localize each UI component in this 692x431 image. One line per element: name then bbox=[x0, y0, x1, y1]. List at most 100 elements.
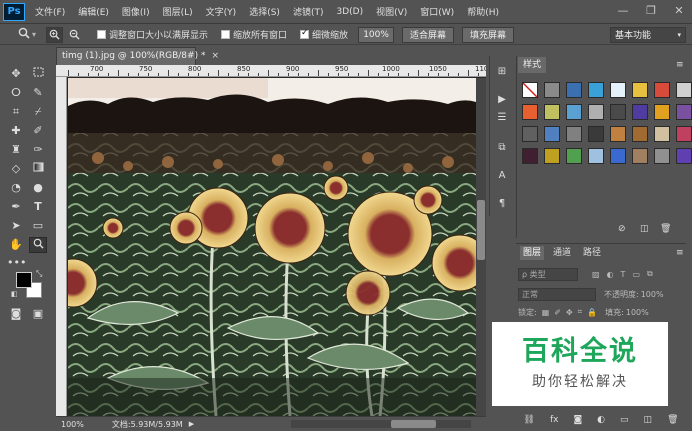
lock-paint-icon[interactable]: ✐ bbox=[554, 308, 561, 317]
restore-button[interactable]: ❐ bbox=[642, 3, 660, 19]
new-group-icon[interactable]: ▭ bbox=[620, 415, 629, 425]
style-swatch[interactable] bbox=[588, 104, 604, 120]
eraser-tool-icon[interactable]: ◇ bbox=[7, 161, 25, 177]
clear-style-icon[interactable]: ⊘ bbox=[618, 224, 626, 234]
menu-help[interactable]: 帮助(H) bbox=[467, 5, 499, 18]
new-style-icon[interactable]: ◫ bbox=[640, 224, 649, 234]
link-layers-icon[interactable]: ⛓ bbox=[524, 415, 535, 425]
style-swatch[interactable] bbox=[610, 104, 626, 120]
style-swatch[interactable] bbox=[632, 148, 648, 164]
quick-mask-icon[interactable]: ◙ bbox=[7, 306, 25, 322]
lock-all-icon[interactable]: 🔒 bbox=[587, 308, 597, 317]
style-swatch[interactable] bbox=[654, 104, 670, 120]
workspace-select[interactable]: 基本功能 ▾ bbox=[610, 26, 686, 43]
menu-image[interactable]: 图像(I) bbox=[122, 5, 150, 18]
zoom-tool-icon[interactable] bbox=[29, 237, 47, 253]
filter-adjust-icon[interactable]: ◐ bbox=[607, 270, 614, 279]
status-menu-chevron-icon[interactable]: ▶ bbox=[189, 420, 194, 428]
filter-shape-icon[interactable]: ▭ bbox=[632, 270, 640, 279]
paragraph-panel-icon[interactable]: ¶ bbox=[493, 196, 511, 212]
horizontal-scrollbar[interactable] bbox=[291, 420, 471, 428]
close-button[interactable]: ✕ bbox=[670, 3, 688, 19]
kind-filter-select[interactable]: ρ 类型 bbox=[518, 267, 578, 281]
type-tool-icon[interactable]: T bbox=[29, 199, 47, 215]
marquee-tool-icon[interactable] bbox=[29, 66, 47, 82]
styles-panel-tab[interactable]: 样式 bbox=[518, 57, 546, 73]
menu-3d[interactable]: 3D(D) bbox=[336, 7, 363, 17]
zoom-tool-icon[interactable] bbox=[18, 27, 30, 42]
tab-paths[interactable]: 路径 bbox=[580, 246, 604, 260]
style-swatch[interactable] bbox=[544, 148, 560, 164]
scrubby-zoom-checkbox[interactable] bbox=[300, 28, 310, 39]
no-style-swatch[interactable] bbox=[522, 82, 538, 98]
filter-smart-icon[interactable]: ⧉ bbox=[647, 269, 653, 279]
blend-mode-select[interactable]: 正常 bbox=[518, 287, 596, 301]
menu-select[interactable]: 选择(S) bbox=[249, 5, 280, 18]
style-swatch[interactable] bbox=[522, 148, 538, 164]
style-swatch[interactable] bbox=[566, 82, 582, 98]
fill-value[interactable]: 100% bbox=[626, 308, 649, 317]
panel-menu-icon[interactable]: ≡ bbox=[676, 248, 684, 258]
new-layer-icon[interactable]: ◫ bbox=[644, 415, 653, 425]
status-zoom[interactable]: 100% bbox=[61, 420, 84, 429]
menu-filter[interactable]: 滤镜(T) bbox=[293, 5, 324, 18]
style-swatch[interactable] bbox=[632, 104, 648, 120]
dodge-tool-icon[interactable]: ● bbox=[29, 180, 47, 196]
magic-wand-tool-icon[interactable]: ✎ bbox=[29, 85, 47, 101]
panel-menu-icon[interactable]: ≡ bbox=[676, 60, 684, 70]
close-tab-icon[interactable]: × bbox=[211, 51, 219, 61]
delete-style-icon[interactable]: 🗑 bbox=[660, 224, 671, 234]
fit-screen-button[interactable]: 适合屏幕 bbox=[402, 26, 455, 43]
lock-position-icon[interactable]: ✥ bbox=[566, 308, 573, 317]
tab-channels[interactable]: 通道 bbox=[550, 246, 574, 260]
style-swatch[interactable] bbox=[544, 82, 560, 98]
history-panel-icon[interactable]: ⊞ bbox=[493, 64, 511, 80]
document-tab[interactable]: timg (1).jpg @ 100%(RGB/8#) * × bbox=[56, 47, 219, 65]
tab-layers[interactable]: 图层 bbox=[520, 246, 545, 260]
menu-edit[interactable]: 编辑(E) bbox=[78, 5, 109, 18]
healing-brush-tool-icon[interactable]: ✚ bbox=[7, 123, 25, 139]
menu-view[interactable]: 视图(V) bbox=[376, 5, 407, 18]
zoom-percent-button[interactable]: 100% bbox=[358, 26, 395, 43]
style-swatch[interactable] bbox=[676, 148, 692, 164]
minimize-button[interactable]: — bbox=[614, 3, 632, 19]
swap-colors-icon[interactable]: ⤡ bbox=[36, 269, 42, 279]
style-swatch[interactable] bbox=[676, 126, 692, 142]
pen-tool-icon[interactable]: ✒ bbox=[7, 199, 25, 215]
add-mask-icon[interactable]: ◙ bbox=[573, 415, 582, 425]
style-swatch[interactable] bbox=[544, 104, 560, 120]
vertical-scroll-thumb[interactable] bbox=[477, 200, 485, 260]
fill-screen-button[interactable]: 填充屏幕 bbox=[462, 26, 515, 43]
properties-panel-icon[interactable]: ☰ bbox=[493, 110, 511, 126]
image-canvas[interactable] bbox=[68, 78, 476, 416]
resize-windows-checkbox[interactable] bbox=[97, 30, 107, 39]
character-panel-icon[interactable]: A bbox=[493, 168, 511, 184]
style-swatch[interactable] bbox=[566, 148, 582, 164]
blur-tool-icon[interactable]: ◔ bbox=[7, 180, 25, 196]
adjustment-layer-icon[interactable]: ◐ bbox=[597, 415, 605, 425]
style-swatch[interactable] bbox=[588, 148, 604, 164]
lock-artboard-icon[interactable]: ⌗ bbox=[578, 307, 583, 317]
hand-tool-icon[interactable]: ✋ bbox=[7, 237, 25, 253]
style-swatch[interactable] bbox=[654, 126, 670, 142]
opacity-value[interactable]: 100% bbox=[641, 290, 664, 299]
default-colors-icon[interactable]: ◧ bbox=[11, 290, 18, 298]
layer-style-icon[interactable]: fx bbox=[550, 415, 559, 425]
foreground-color-swatch[interactable] bbox=[16, 272, 32, 288]
filter-type-icon[interactable]: T bbox=[621, 270, 626, 279]
actions-panel-icon[interactable]: ▶ bbox=[493, 92, 511, 108]
filter-image-icon[interactable]: ▨ bbox=[592, 270, 600, 279]
menu-file[interactable]: 文件(F) bbox=[35, 5, 65, 18]
tool-preset-chevron-icon[interactable]: ▾ bbox=[32, 30, 36, 39]
brush-tool-icon[interactable]: ✐ bbox=[29, 123, 47, 139]
style-swatch[interactable] bbox=[610, 148, 626, 164]
more-tools-icon[interactable]: ••• bbox=[7, 255, 26, 271]
crop-tool-icon[interactable]: ⌗ bbox=[7, 104, 25, 120]
style-swatch[interactable] bbox=[632, 82, 648, 98]
lasso-tool-icon[interactable]: ⵔ bbox=[7, 85, 25, 101]
menu-type[interactable]: 文字(Y) bbox=[206, 5, 237, 18]
menu-window[interactable]: 窗口(W) bbox=[420, 5, 454, 18]
style-swatch[interactable] bbox=[544, 126, 560, 142]
zoom-in-button[interactable] bbox=[46, 26, 64, 43]
delete-layer-icon[interactable]: 🗑 bbox=[667, 415, 678, 425]
